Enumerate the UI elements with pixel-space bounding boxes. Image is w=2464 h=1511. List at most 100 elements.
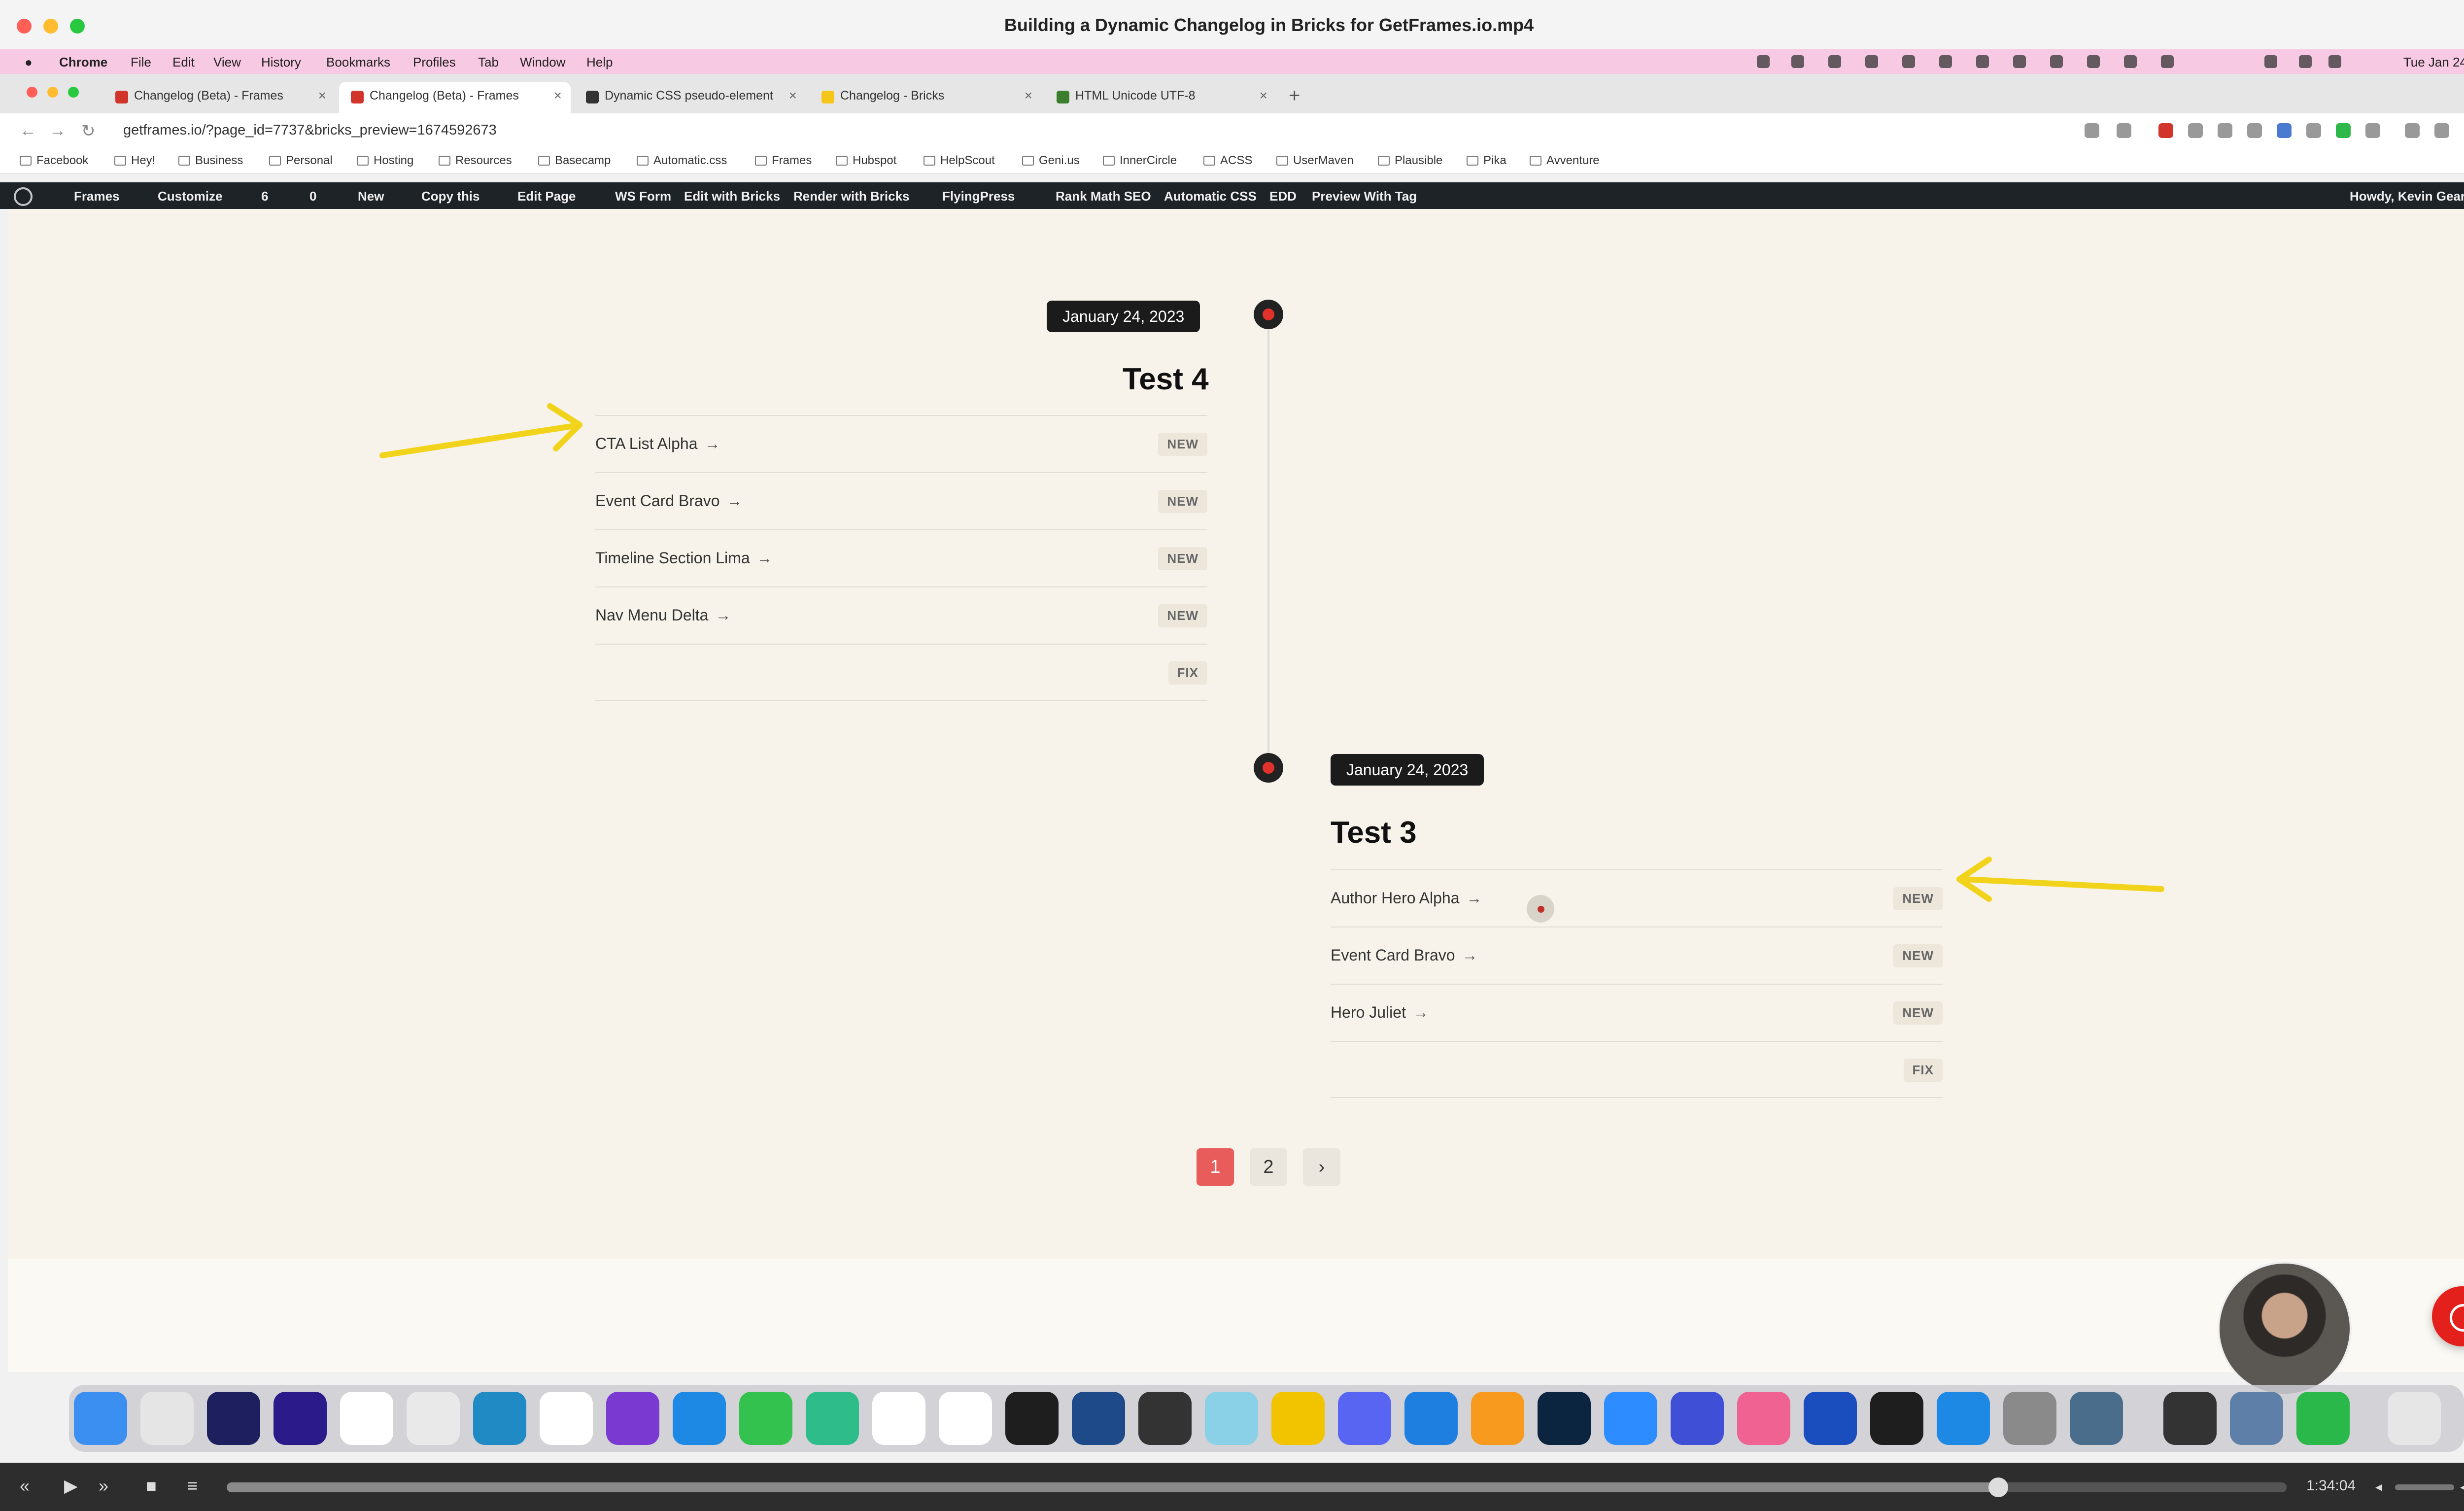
rewind-icon[interactable]: « xyxy=(20,1476,30,1496)
status-icon[interactable] xyxy=(2124,55,2137,68)
wp-howdy-user[interactable]: Howdy, Kevin Geary xyxy=(2350,189,2464,204)
control-center-icon[interactable] xyxy=(2328,55,2341,68)
stop-icon[interactable]: ■ xyxy=(146,1476,157,1496)
facetime-icon[interactable] xyxy=(2296,1392,2350,1445)
status-icon[interactable] xyxy=(1939,55,1952,68)
vscode-icon[interactable] xyxy=(872,1392,925,1445)
app-icon[interactable] xyxy=(1671,1392,1724,1445)
figma-icon[interactable] xyxy=(1005,1392,1059,1445)
item-link[interactable]: Timeline Section Lima → xyxy=(595,549,773,567)
menubar-clock[interactable]: Tue Jan 24 3:38 PM xyxy=(2403,55,2464,70)
status-icon[interactable] xyxy=(1976,55,1989,68)
app-icon[interactable] xyxy=(2070,1392,2123,1445)
playlist-icon[interactable]: ≡ xyxy=(187,1476,198,1496)
volume-high-icon[interactable]: ◂) xyxy=(2460,1478,2464,1495)
pagination-page-2[interactable]: 2 xyxy=(1250,1148,1287,1186)
search-icon[interactable] xyxy=(2299,55,2312,68)
extensions-puzzle-icon[interactable] xyxy=(2405,123,2420,138)
wp-ws-form[interactable]: WS Form xyxy=(615,189,671,204)
system-settings-icon[interactable] xyxy=(2003,1392,2056,1445)
minimize-browser-button[interactable] xyxy=(47,87,58,98)
wp-site-frames[interactable]: Frames xyxy=(74,189,120,204)
list-item[interactable]: Author Hero Alpha → NEW xyxy=(1331,869,1943,927)
status-icon[interactable] xyxy=(1902,55,1915,68)
trash-icon[interactable] xyxy=(2388,1392,2441,1445)
tab-changelog-beta[interactable]: Changelog (Beta) - Frames × xyxy=(103,82,335,113)
share-icon[interactable] xyxy=(2085,123,2099,138)
bookmark-pika[interactable]: Pika xyxy=(1467,154,1506,168)
final-cut-icon[interactable] xyxy=(1138,1392,1192,1445)
tab-changelog-beta-active[interactable]: Changelog (Beta) - Frames × xyxy=(339,82,571,113)
status-icon[interactable] xyxy=(2161,55,2174,68)
wp-preview-with-tag[interactable]: Preview With Tag xyxy=(1312,189,1417,204)
pagination-page-1[interactable]: 1 xyxy=(1197,1148,1234,1186)
app-icon[interactable] xyxy=(1737,1392,1790,1445)
close-tab-icon[interactable]: × xyxy=(1260,88,1267,103)
status-icon[interactable] xyxy=(2087,55,2100,68)
menu-history[interactable]: History xyxy=(261,55,301,70)
wp-customize[interactable]: Customize xyxy=(158,189,222,204)
wp-rank-math-seo[interactable]: Rank Math SEO xyxy=(1056,189,1151,204)
app-icon[interactable] xyxy=(2230,1392,2283,1445)
bookmark-hubspot[interactable]: Hubspot xyxy=(836,154,896,168)
wp-render-with-bricks[interactable]: Render with Bricks xyxy=(793,189,910,204)
app-icon[interactable] xyxy=(274,1392,327,1445)
extension-icon[interactable] xyxy=(2158,123,2173,138)
menu-tab[interactable]: Tab xyxy=(478,55,499,70)
item-link[interactable]: Hero Juliet → xyxy=(1331,1003,1429,1022)
wp-edd[interactable]: EDD xyxy=(1269,189,1297,204)
amazon-music-icon[interactable] xyxy=(207,1392,260,1445)
url-field[interactable]: getframes.io/?page_id=7737&bricks_previe… xyxy=(123,122,497,138)
bookmark-usermaven[interactable]: UserMaven xyxy=(1276,154,1354,168)
keynote-icon[interactable] xyxy=(1404,1392,1458,1445)
app-icon[interactable] xyxy=(1870,1392,1923,1445)
extension-icon[interactable] xyxy=(2247,123,2262,138)
forward-icon[interactable]: → xyxy=(49,121,66,140)
wp-comments-count[interactable]: 0 xyxy=(309,189,316,204)
volume-slider[interactable] xyxy=(2395,1484,2454,1490)
wp-updates-count[interactable]: 6 xyxy=(261,189,268,204)
app-icon[interactable] xyxy=(1205,1392,1258,1445)
list-item[interactable]: Timeline Section Lima → NEW xyxy=(595,529,1207,586)
item-link[interactable]: Nav Menu Delta → xyxy=(595,606,731,624)
list-item[interactable]: Event Card Bravo → NEW xyxy=(595,472,1207,529)
item-link[interactable]: CTA List Alpha → xyxy=(595,435,720,453)
wp-new[interactable]: New xyxy=(358,189,384,204)
bookmark-plausible[interactable]: Plausible xyxy=(1378,154,1442,168)
menu-edit[interactable]: Edit xyxy=(172,55,195,70)
extension-icon[interactable] xyxy=(2277,123,2292,138)
wp-automatic-css[interactable]: Automatic CSS xyxy=(1164,189,1257,204)
bookmark-acss[interactable]: ACSS xyxy=(1203,154,1252,168)
close-tab-icon[interactable]: × xyxy=(318,88,326,103)
app-icon[interactable] xyxy=(473,1392,526,1445)
pagination-next-icon[interactable]: › xyxy=(1303,1148,1340,1186)
launchpad-icon[interactable] xyxy=(140,1392,194,1445)
tab-html-unicode[interactable]: HTML Unicode UTF-8 × xyxy=(1045,82,1276,113)
telegram-icon[interactable] xyxy=(340,1392,393,1445)
close-tab-icon[interactable]: × xyxy=(789,88,797,103)
bookmark-hosting[interactable]: Hosting xyxy=(357,154,413,168)
bookmark-personal[interactable]: Personal xyxy=(269,154,333,168)
discord-icon[interactable] xyxy=(1338,1392,1391,1445)
wifi-icon[interactable] xyxy=(2264,55,2277,68)
zoom-icon[interactable] xyxy=(1604,1392,1657,1445)
play-icon[interactable]: ▶ xyxy=(64,1476,78,1496)
wordpress-logo-icon[interactable] xyxy=(14,187,33,206)
wp-edit-with-bricks[interactable]: Edit with Bricks xyxy=(684,189,780,204)
close-browser-button[interactable] xyxy=(27,87,37,98)
list-item[interactable]: Nav Menu Delta → NEW xyxy=(595,586,1207,644)
calendar-icon[interactable] xyxy=(540,1392,593,1445)
back-icon[interactable]: ← xyxy=(20,121,36,140)
bookmark-facebook[interactable]: Facebook xyxy=(20,154,88,168)
bookmark-frames[interactable]: Frames xyxy=(755,154,812,168)
status-icon[interactable] xyxy=(1757,55,1770,68)
zoom-browser-button[interactable] xyxy=(68,87,79,98)
status-icon[interactable] xyxy=(1865,55,1878,68)
menu-profiles[interactable]: Profiles xyxy=(413,55,456,70)
apple-menu-icon[interactable]: ● xyxy=(25,55,33,70)
extension-icon[interactable] xyxy=(2218,123,2232,138)
app-icon[interactable] xyxy=(1271,1392,1325,1445)
menu-window[interactable]: Window xyxy=(520,55,565,70)
app-store-icon[interactable] xyxy=(1937,1392,1990,1445)
bookmark-automatic-css[interactable]: Automatic.css xyxy=(637,154,727,168)
